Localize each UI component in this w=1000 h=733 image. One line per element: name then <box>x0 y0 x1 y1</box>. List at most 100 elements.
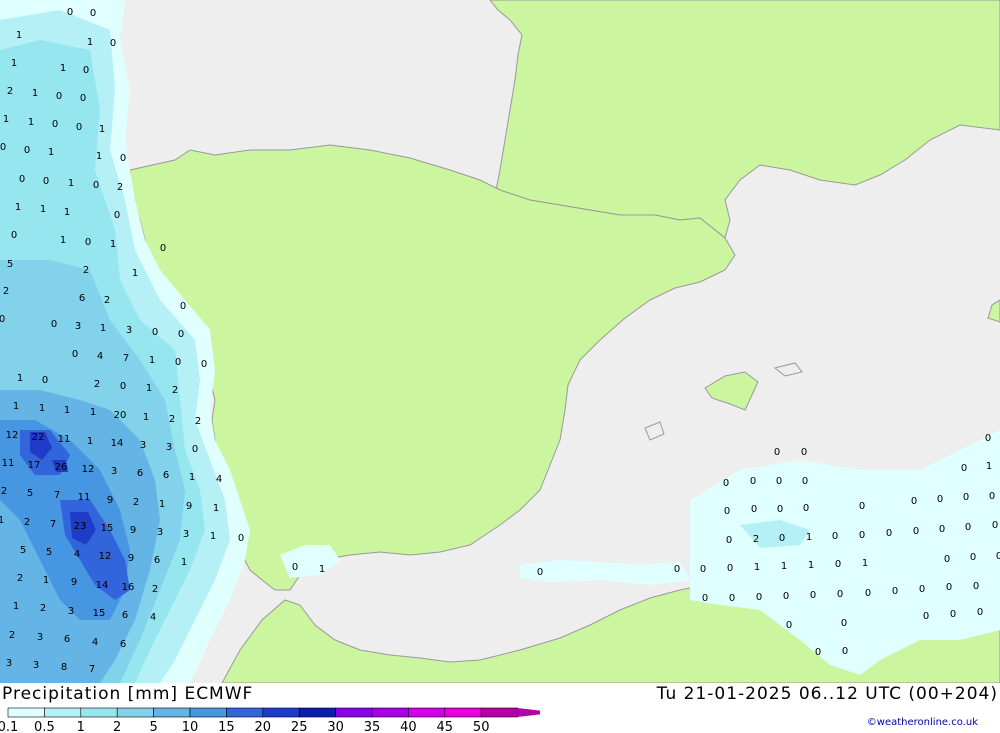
rain-value: 0 <box>56 91 62 102</box>
rain-value: 0 <box>724 506 730 517</box>
rain-value: 26 <box>55 462 68 473</box>
credit-link[interactable]: ©weatheronline.co.uk <box>867 717 978 728</box>
rain-value: 1 <box>13 401 19 412</box>
rain-value: 1 <box>99 124 105 135</box>
rain-value: 0 <box>750 476 756 487</box>
legend-swatch <box>226 707 264 718</box>
rain-value: 1 <box>132 268 138 279</box>
valid-time: Tu 21-01-2025 06..12 UTC (00+204) <box>656 684 998 704</box>
rain-value: 7 <box>89 664 95 675</box>
rain-value: 0 <box>80 93 86 104</box>
rain-value: 1 <box>100 323 106 334</box>
legend-swatch <box>189 707 227 718</box>
rain-value: 4 <box>150 612 156 623</box>
rain-value: 0 <box>944 554 950 565</box>
rain-value: 0 <box>90 8 96 19</box>
rain-value: 9 <box>71 577 77 588</box>
rain-value: 0 <box>0 314 5 325</box>
legend-label: 50 <box>473 720 490 733</box>
legend-label: 15 <box>218 720 235 733</box>
legend-label: 1 <box>77 720 85 733</box>
rain-value: 0 <box>11 230 17 241</box>
legend-swatch <box>7 707 45 718</box>
rain-value: 0 <box>892 586 898 597</box>
rain-value: 7 <box>50 519 56 530</box>
legend-label: 0.5 <box>34 720 55 733</box>
rain-value: 0 <box>779 533 785 544</box>
rain-value: 15 <box>93 608 106 619</box>
rain-value: 5 <box>46 547 52 558</box>
rain-value: 11 <box>2 458 15 469</box>
rain-value: 0 <box>977 607 983 618</box>
legend-arrow <box>517 708 540 717</box>
rain-value: 1 <box>210 531 216 542</box>
rain-value: 6 <box>64 634 70 645</box>
rain-value: 1 <box>28 117 34 128</box>
rain-value: 0 <box>923 611 929 622</box>
rain-value: 1 <box>110 239 116 250</box>
rain-value: 0 <box>110 38 116 49</box>
rain-value: 0 <box>939 524 945 535</box>
rain-value: 2 <box>17 573 23 584</box>
legend-swatch <box>80 707 118 718</box>
rain-value: 1 <box>146 383 152 394</box>
rain-value: 1 <box>808 560 814 571</box>
rain-value: 3 <box>111 466 117 477</box>
rain-value: 0 <box>0 142 6 153</box>
rain-value: 1 <box>754 562 760 573</box>
rain-value: 12 <box>99 551 112 562</box>
rain-value: 0 <box>24 145 30 156</box>
rain-value: 1 <box>13 601 19 612</box>
color-legend: 0.1 0.5 1 2 5 10 15 20 25 30 35 40 45 50 <box>0 707 540 733</box>
legend-swatch <box>408 707 446 718</box>
legend-swatch <box>444 707 482 718</box>
legend-swatch <box>116 707 154 718</box>
rain-value: 15 <box>101 523 114 534</box>
rain-value: 0 <box>52 119 58 130</box>
rain-value: 2 <box>753 534 759 545</box>
legend-label: 40 <box>400 720 417 733</box>
rain-value: 0 <box>774 447 780 458</box>
rain-value: 0 <box>973 581 979 592</box>
rain-value: 6 <box>120 639 126 650</box>
rain-value: 1 <box>64 207 70 218</box>
rain-value: 2 <box>172 385 178 396</box>
rain-value: 1 <box>15 202 21 213</box>
rain-value: 23 <box>74 521 87 532</box>
rain-value: 6 <box>122 610 128 621</box>
rain-value: 1 <box>96 151 102 162</box>
rain-value: 1 <box>189 472 195 483</box>
rain-value: 6 <box>154 555 160 566</box>
rain-value: 4 <box>92 637 98 648</box>
rain-value: 20 <box>114 410 127 421</box>
rain-value: 0 <box>292 562 298 573</box>
rain-value: 0 <box>120 381 126 392</box>
rain-value: 0 <box>192 444 198 455</box>
legend-label: 25 <box>291 720 308 733</box>
rain-value: 12 <box>6 430 19 441</box>
rain-value: 0 <box>178 329 184 340</box>
rain-value: 2 <box>7 86 13 97</box>
rain-value: 1 <box>806 532 812 543</box>
rain-value: 0 <box>726 535 732 546</box>
rain-value: 0 <box>180 301 186 312</box>
rain-value: 3 <box>37 632 43 643</box>
rain-value: 8 <box>61 662 67 673</box>
rain-value: 1 <box>181 557 187 568</box>
rain-value: 0 <box>67 7 73 18</box>
rain-value: 1 <box>64 405 70 416</box>
rain-value: 0 <box>913 526 919 537</box>
rain-value: 1 <box>68 178 74 189</box>
rain-value: 1 <box>3 114 9 125</box>
rain-value: 1 <box>48 147 54 158</box>
rain-value: 0 <box>815 647 821 658</box>
rain-value: 0 <box>911 496 917 507</box>
rain-value: 0 <box>537 567 543 578</box>
rain-value: 2 <box>83 265 89 276</box>
rain-value: 0 <box>114 210 120 221</box>
rain-value: 0 <box>841 618 847 629</box>
precipitation-map: 0011011021001100100110001021110010105212… <box>0 0 1000 683</box>
rain-value: 2 <box>94 379 100 390</box>
rain-value: 11 <box>58 434 71 445</box>
rain-value: 0 <box>674 564 680 575</box>
